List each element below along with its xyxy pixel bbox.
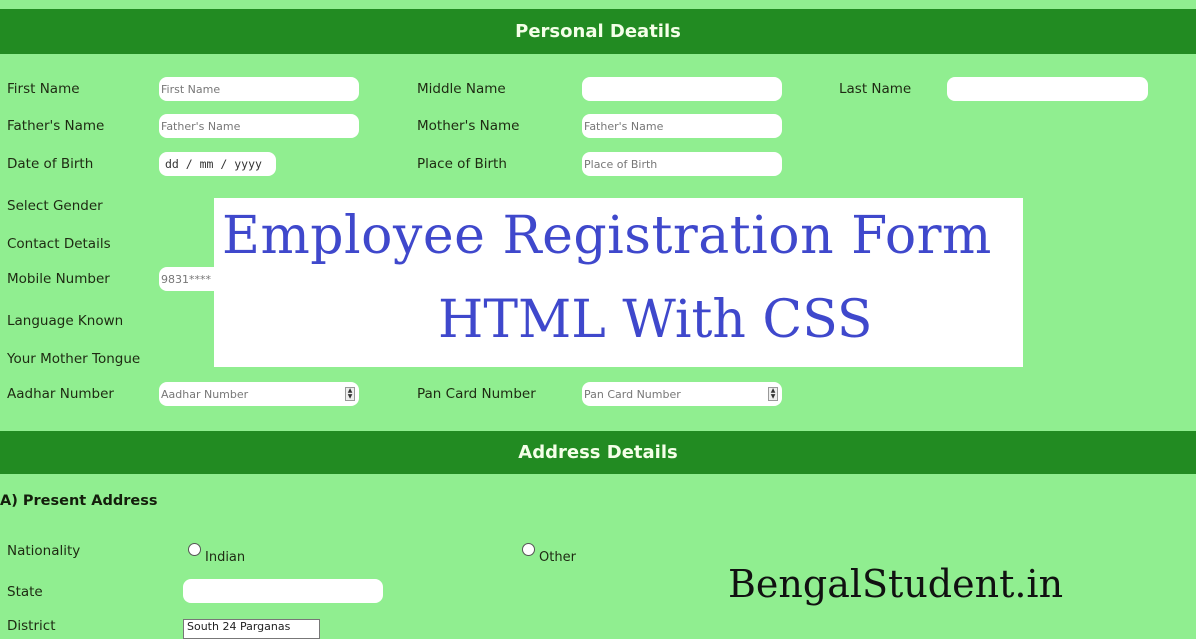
nationality-indian-radio[interactable] (188, 543, 201, 556)
aadhar-spinner[interactable]: ▲ ▼ (345, 387, 355, 401)
pan-input[interactable]: Pan Card Number ▲ ▼ (582, 382, 782, 406)
aadhar-placeholder: Aadhar Number (161, 387, 249, 401)
place-of-birth-input[interactable]: Place of Birth (582, 152, 782, 176)
father-name-input[interactable]: Father's Name (159, 114, 359, 138)
title-banner: Employee Registration Form HTML With CSS (214, 198, 1023, 367)
pan-placeholder: Pan Card Number (584, 387, 681, 401)
mobile-label: Mobile Number (7, 271, 110, 287)
district-select[interactable]: South 24 Parganas (183, 619, 320, 639)
nationality-label: Nationality (7, 543, 81, 559)
personal-details-header: Personal Deatils (0, 9, 1196, 54)
mother-name-label: Mother's Name (417, 118, 520, 134)
mother-tongue-label: Your Mother Tongue (7, 351, 141, 367)
gender-label: Select Gender (7, 198, 103, 214)
banner-title-line1: Employee Registration Form (222, 206, 992, 266)
middle-name-input[interactable] (582, 77, 782, 101)
brand-watermark: BengalStudent.in (728, 562, 1064, 606)
dob-input[interactable]: dd / mm / yyyy (159, 152, 276, 176)
last-name-input[interactable] (947, 77, 1148, 101)
first-name-input[interactable]: First Name (159, 77, 359, 101)
first-name-label: First Name (7, 81, 80, 97)
spin-down-icon: ▼ (347, 393, 353, 400)
district-label: District (7, 618, 56, 634)
spin-down-icon: ▼ (770, 393, 776, 400)
state-label: State (7, 584, 43, 600)
banner-title-line2: HTML With CSS (438, 290, 873, 350)
aadhar-label: Aadhar Number (7, 386, 114, 402)
state-input[interactable] (183, 579, 383, 603)
nationality-indian-label: Indian (205, 550, 246, 565)
present-address-title: A) Present Address (0, 493, 158, 509)
last-name-label: Last Name (839, 81, 912, 97)
dob-label: Date of Birth (7, 156, 94, 172)
pan-label: Pan Card Number (417, 386, 536, 402)
pan-spinner[interactable]: ▲ ▼ (768, 387, 778, 401)
nationality-other-radio[interactable] (522, 543, 535, 556)
aadhar-input[interactable]: Aadhar Number ▲ ▼ (159, 382, 359, 406)
place-of-birth-label: Place of Birth (417, 156, 507, 172)
middle-name-label: Middle Name (417, 81, 506, 97)
mother-name-input[interactable]: Father's Name (582, 114, 782, 138)
nationality-other-label: Other (539, 550, 576, 565)
contact-details-label: Contact Details (7, 236, 111, 252)
address-details-header: Address Details (0, 431, 1196, 474)
father-name-label: Father's Name (7, 118, 105, 134)
language-known-label: Language Known (7, 313, 124, 329)
